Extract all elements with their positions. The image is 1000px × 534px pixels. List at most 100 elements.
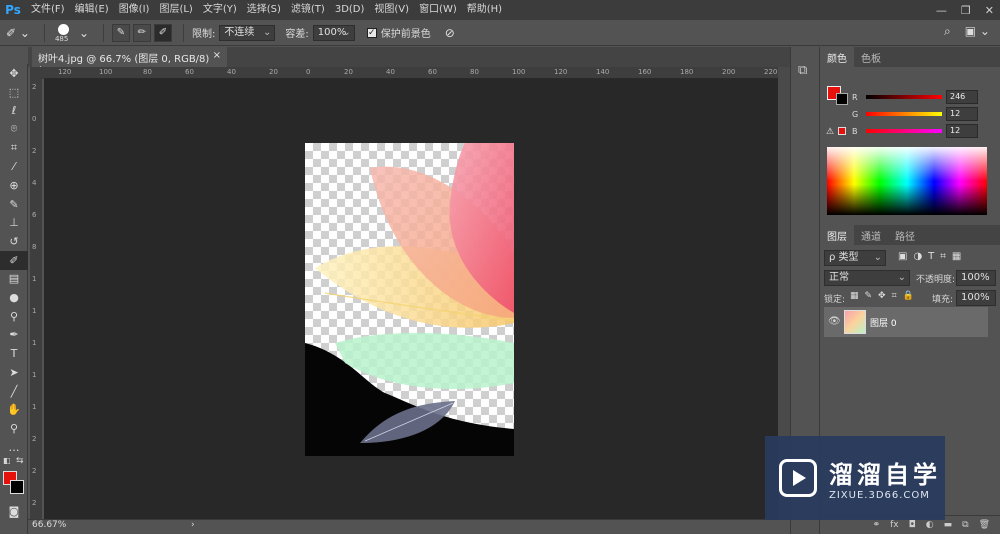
type-tool-icon[interactable]: T [0,344,28,363]
hand-tool-icon[interactable]: ✋ [0,400,28,419]
zoom-tool-icon[interactable]: ⚲ [0,419,28,438]
blue-slider-row: B 12 [852,124,978,138]
menu-select[interactable]: 选择(S) [242,0,286,20]
background-color-swatch[interactable] [10,480,24,495]
restore-button[interactable]: ❐ [961,4,971,17]
layer-filter-icons[interactable]: ▣◑T⌗▦ [898,251,967,262]
color-replacement-tool-icon[interactable]: ✐ ⌄ [6,26,30,40]
sampling-once-button[interactable]: ✏ [133,23,151,42]
limits-select[interactable]: 不连续 ⌄ [219,24,276,41]
sampling-continuous-button[interactable]: ✎ [112,23,130,42]
menu-layer[interactable]: 图层(L) [154,0,197,20]
quick-select-tool-icon[interactable]: ⌾ [0,120,28,139]
opacity-label: 不透明度: [916,275,956,285]
brush-tool-icon[interactable]: ✎ [0,195,28,214]
lock-icons[interactable]: ▦✎✥⌗🔒 [850,291,920,301]
add-mask-icon[interactable]: ◘ [909,520,916,530]
close-window-button[interactable]: ✕ [985,4,994,17]
default-colors-icon[interactable]: ◧ [3,456,11,465]
lock-label: 锁定: [824,295,846,305]
healing-brush-tool-icon[interactable]: ⊕ [0,176,28,195]
brush-picker[interactable]: 485 [53,22,75,44]
blend-mode-select[interactable]: 正常 ⌄ [824,270,910,286]
sampling-background-swatch-button[interactable]: ✐ [154,23,172,42]
path-selection-tool-icon[interactable]: ➤ [0,363,28,382]
fx-icon[interactable]: fx [890,520,899,530]
layer-filter-select[interactable]: ρ 类型 ⌄ [824,250,886,266]
photoshop-logo: Ps [5,3,21,17]
workspace-icon[interactable]: ▣ ⌄ [965,24,990,39]
ruler-tick: 1 [32,339,37,347]
close-tab-button[interactable]: × [213,50,221,64]
swap-colors-icon[interactable]: ⇆ [16,456,24,466]
search-icon[interactable]: ⌕ [944,24,951,39]
blur-tool-icon[interactable]: ● [0,288,28,307]
layer-item[interactable]: 👁 图层 0 [824,307,988,337]
delete-layer-icon[interactable]: 🗑 [979,520,990,530]
green-slider[interactable] [866,112,942,116]
line-tool-icon[interactable]: ╱ [0,382,28,401]
ruler-corner [30,67,44,79]
clone-stamp-tool-icon[interactable]: ⊥ [0,214,28,233]
chevron-right-icon[interactable]: › [191,520,195,530]
link-layers-icon[interactable]: ⚭ [873,520,881,530]
layer-name[interactable]: 图层 0 [870,316,897,329]
new-group-icon[interactable]: ▬ [944,520,953,530]
lasso-tool-icon[interactable]: ℓ [0,101,28,120]
ruler-tick: 1 [32,275,37,283]
menu-type[interactable]: 文字(Y) [198,0,242,20]
watermark-title: 溜溜自学 [829,461,941,489]
eyedropper-tool-icon[interactable]: ⁄ [0,157,28,176]
tab-channels[interactable]: 通道 [854,225,888,245]
protect-foreground-checkbox[interactable]: ✓ [366,27,377,38]
new-layer-icon[interactable]: ⧉ [962,520,968,530]
properties-panel-icon[interactable]: ⧉ [798,63,819,78]
ruler-tick: 1 [32,371,37,379]
green-value-input[interactable]: 12 [946,107,978,121]
quick-mask-icon[interactable]: ◙ [0,502,28,521]
background-color-swatch[interactable] [836,93,848,105]
menu-3d[interactable]: 3D(D) [330,0,370,20]
pressure-icon[interactable]: ⊘ [445,26,455,40]
blue-value-input[interactable]: 12 [946,124,978,138]
zoom-level[interactable]: 66.67% [32,520,66,530]
document-image[interactable] [305,143,514,456]
crop-tool-icon[interactable]: ⌗ [0,139,28,158]
ruler-tick: 160 [638,68,652,76]
color-replacement-tool-icon[interactable]: ✐ [0,250,28,270]
tab-swatches[interactable]: 色板 [854,47,888,67]
fill-input[interactable]: 100% [956,290,996,306]
minimize-button[interactable]: — [936,4,947,17]
tab-color[interactable]: 颜色 [820,47,854,67]
adjustment-layer-icon[interactable]: ◐ [926,520,934,530]
tab-paths[interactable]: 路径 [888,225,922,245]
opacity-input[interactable]: 100% [956,270,996,286]
menu-window[interactable]: 窗口(W) [414,0,462,20]
gradient-tool-icon[interactable]: ▤ [0,270,28,289]
tolerance-input[interactable]: 100% ⌄ [312,24,355,41]
color-spectrum[interactable] [827,147,987,215]
menu-edit[interactable]: 编辑(E) [70,0,114,20]
more-tools-icon[interactable]: … [0,438,28,457]
pen-tool-icon[interactable]: ✒ [0,326,28,345]
dodge-tool-icon[interactable]: ⚲ [0,307,28,326]
tab-layers[interactable]: 图层 [820,225,854,245]
history-brush-tool-icon[interactable]: ↺ [0,232,28,251]
menu-file[interactable]: 文件(F) [26,0,70,20]
eye-icon[interactable]: 👁 [828,316,841,327]
protect-foreground-label: 保护前景色 [380,29,431,40]
chevron-down-icon[interactable]: ⌄ [79,26,89,40]
layers-panel-tabs: 图层 通道 路径 [820,225,1000,245]
menu-image[interactable]: 图像(I) [114,0,155,20]
gamut-swatch[interactable] [838,127,846,135]
document-tab[interactable]: 树叶4.jpg @ 66.7% (图层 0, RGB/8) * × [32,47,227,76]
menu-filter[interactable]: 滤镜(T) [286,0,330,20]
marquee-tool-icon[interactable]: ⬚ [0,83,28,102]
red-value-input[interactable]: 246 [946,90,978,104]
move-tool-icon[interactable]: ✥ [0,64,28,83]
blue-slider[interactable] [866,129,942,133]
menu-help[interactable]: 帮助(H) [462,0,507,20]
red-slider[interactable] [866,95,942,99]
warning-icon[interactable]: ⚠ [826,127,834,137]
menu-view[interactable]: 视图(V) [369,0,414,20]
